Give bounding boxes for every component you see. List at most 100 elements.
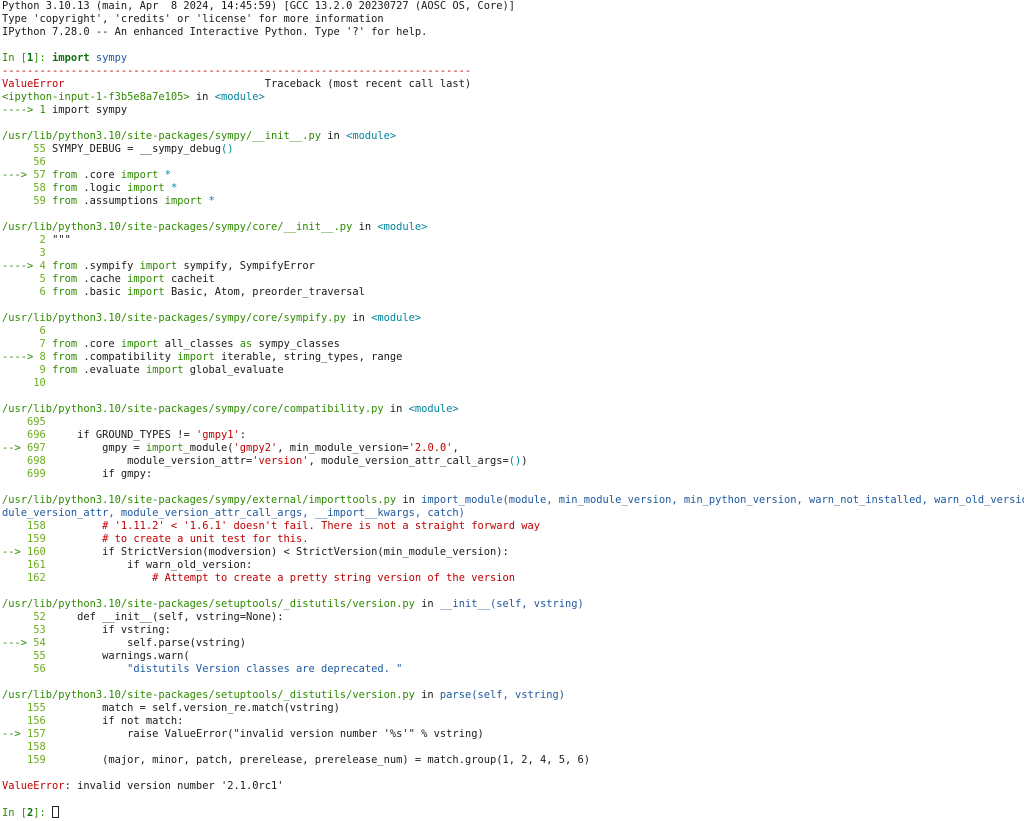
code-text: _module( [183, 442, 234, 454]
arrow-marker [2, 325, 40, 337]
arrow-marker [2, 741, 27, 753]
frame-line: 156 if not match: [2, 715, 1024, 728]
banner-line: Python 3.10.13 (main, Apr 8 2024, 14:45:… [2, 0, 1024, 13]
frame-line: --> 160 if StrictVersion(modversion) < S… [2, 546, 1024, 559]
arrow-marker: ---> [2, 637, 34, 649]
function-signature: dule_version_attr, module_version_attr_c… [2, 507, 465, 519]
banner-text: Python 3.10.13 (main, Apr 8 2024, 14:45:… [2, 0, 515, 12]
code-keyword: from [52, 195, 78, 207]
line-number: 10 [33, 377, 46, 389]
code-token: import [139, 260, 178, 272]
arrow-marker [2, 429, 27, 441]
text-span: in [346, 312, 372, 324]
arrow-marker: ----> [2, 351, 40, 363]
code-text: (major, minor, patch, prerelease, prerel… [45, 754, 591, 766]
prompt-label: In [ [2, 807, 28, 819]
frame-line: 59 from .assumptions import * [2, 195, 1024, 208]
code-text: cacheit [164, 273, 215, 285]
banner-line: IPython 7.28.0 -- An enhanced Interactiv… [2, 26, 1024, 39]
input-prompt[interactable]: In [2]: [2, 806, 1024, 819]
code-text: .compatibility [77, 351, 178, 363]
code-token: * [208, 195, 215, 207]
function-name: <module> [214, 91, 265, 103]
function-name: <module> [408, 403, 459, 415]
code-token: import [127, 286, 165, 298]
code-text: .core [77, 169, 121, 181]
frame-header: /usr/lib/python3.10/site-packages/sympy/… [2, 221, 1024, 234]
frame-line: 2 """ [2, 234, 1024, 247]
arrow-marker [2, 377, 33, 389]
frame-line: 699 if gmpy: [2, 468, 1024, 481]
frame-line: 159 # to create a unit test for this. [2, 533, 1024, 546]
line-number: 159 [27, 754, 46, 766]
line-number: 3 [39, 247, 46, 259]
arrow-marker [2, 416, 27, 428]
code-module: sympy [95, 52, 128, 64]
code-keyword: from [52, 338, 78, 350]
line-number: 57 [33, 169, 46, 181]
code-text: if not match: [45, 715, 184, 727]
frame-header: /usr/lib/python3.10/site-packages/setupt… [2, 689, 1024, 702]
traceback-line: ----> 1 import sympy [2, 104, 1024, 117]
frame-line: ----> 8 from .compatibility import itera… [2, 351, 1024, 364]
frame-line: 155 match = self.version_re.match(vstrin… [2, 702, 1024, 715]
arrow-marker [2, 520, 27, 532]
frame-line: --> 157 raise ValueError("invalid versio… [2, 728, 1024, 741]
arrow-marker [2, 715, 27, 727]
frame-header: /usr/lib/python3.10/site-packages/sympy/… [2, 403, 1024, 416]
arrow-marker [2, 650, 33, 662]
line-number: 157 [27, 728, 46, 740]
arrow-marker [2, 195, 33, 207]
text-cursor[interactable] [52, 806, 60, 818]
line-number: 6 [39, 325, 46, 337]
frame-line: 52 def __init__(self, vstring=None): [2, 611, 1024, 624]
line-number: 56 [33, 156, 46, 168]
code-keyword: from [52, 364, 78, 376]
line-number: 155 [27, 702, 46, 714]
line-number: 158 [27, 741, 46, 753]
code-text: .assumptions [77, 195, 165, 207]
code-text: sympy_classes [252, 338, 340, 350]
file-path: /usr/lib/python3.10/site-packages/setupt… [2, 689, 415, 701]
code-token: import [127, 182, 165, 194]
separator: ----------------------------------------… [2, 65, 472, 77]
code-text: : [239, 429, 247, 441]
code-text: , module_version_attr_call_args= [308, 455, 509, 467]
line-number: 695 [27, 416, 46, 428]
function-name: <module> [346, 130, 397, 142]
code-keyword: from [52, 286, 78, 298]
code-token: import [127, 273, 165, 285]
code-text: raise ValueError("invalid version number… [45, 728, 484, 740]
code-text: .basic [77, 286, 128, 298]
file-path: /usr/lib/python3.10/site-packages/sympy/… [2, 221, 353, 233]
arrow-marker: ----> 1 [2, 104, 53, 116]
frame-line: 6 from .basic import Basic, Atom, preord… [2, 286, 1024, 299]
traceback-title: Traceback (most recent call last) [264, 78, 472, 90]
terminal-output[interactable]: Python 3.10.13 (main, Apr 8 2024, 14:45:… [2, 0, 1024, 821]
arrow-marker: --> [2, 728, 28, 740]
arrow-marker [2, 156, 33, 168]
arrow-marker [2, 702, 27, 714]
code-text: if StrictVersion(modversion) < StrictVer… [45, 546, 509, 558]
line-number: 161 [27, 559, 46, 571]
line-number: 55 [33, 650, 46, 662]
code-text: all_classes [158, 338, 240, 350]
code-token: import [145, 442, 184, 454]
frame-line: 56 [2, 156, 1024, 169]
text-span: in [189, 91, 215, 103]
frame-line: 696 if GROUND_TYPES != 'gmpy1': [2, 429, 1024, 442]
code-text: """ [45, 234, 71, 246]
function-name: <module> [377, 221, 428, 233]
line-number: 156 [27, 715, 46, 727]
code-text: .logic [77, 182, 128, 194]
code-token: as [239, 338, 253, 350]
function-name: <module> [371, 312, 422, 324]
frame-line: ---> 57 from .core import * [2, 169, 1024, 182]
frame-line: 698 module_version_attr='version', modul… [2, 455, 1024, 468]
arrow-marker [2, 143, 33, 155]
arrow-marker [2, 572, 27, 584]
